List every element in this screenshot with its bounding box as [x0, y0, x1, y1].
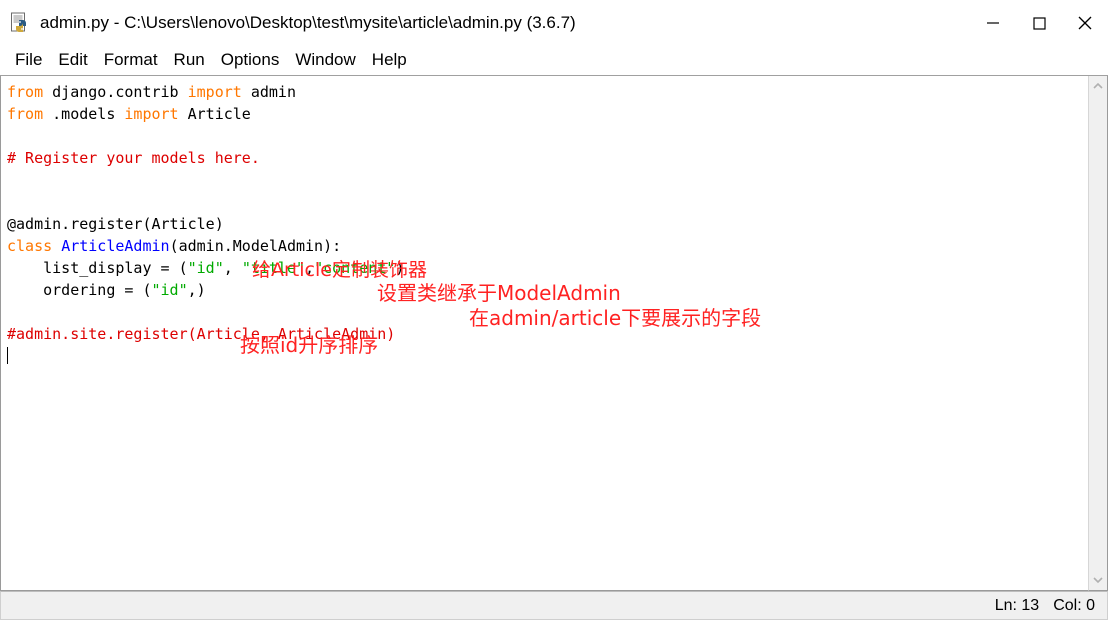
menu-item-edit[interactable]: Edit — [50, 46, 95, 74]
status-column-indicator: Col: 0 — [1053, 596, 1095, 614]
idle-editor-window: admin.py - C:\Users\lenovo\Desktop\test\… — [0, 0, 1108, 620]
window-controls — [970, 0, 1108, 45]
status-bar: Ln: 13 Col: 0 — [0, 591, 1108, 620]
title-bar: admin.py - C:\Users\lenovo\Desktop\test\… — [0, 0, 1108, 45]
code-token: (admin.ModelAdmin): — [169, 237, 342, 255]
code-token: ordering = ( — [7, 281, 152, 299]
code-line: ordering = ("id",) — [7, 279, 404, 301]
scrollbar-track[interactable] — [1089, 96, 1107, 570]
code-token: from — [7, 105, 44, 123]
code-token: "id" — [187, 259, 224, 277]
status-line-indicator: Ln: 13 — [994, 596, 1040, 614]
code-token: import — [187, 83, 242, 101]
editor-area: from django.contrib import admin from .mo… — [0, 76, 1108, 591]
code-annotation: 在admin/article下要展示的字段 — [469, 306, 762, 330]
menu-item-format[interactable]: Format — [96, 46, 166, 74]
chevron-up-icon[interactable] — [1089, 76, 1107, 96]
minimize-icon[interactable] — [970, 0, 1016, 45]
code-annotation: 给Article定制装饰器 — [252, 259, 427, 281]
code-token: "id" — [151, 281, 188, 299]
code-editor[interactable]: from django.contrib import admin from .mo… — [0, 76, 1088, 591]
code-token: Article — [178, 105, 251, 123]
maximize-icon[interactable] — [1016, 0, 1062, 45]
python-file-icon — [10, 12, 32, 34]
code-line: from .models import Article — [7, 103, 404, 125]
chevron-down-icon[interactable] — [1089, 570, 1107, 590]
code-token: # Register your models here. — [7, 149, 260, 167]
code-token: @admin.register(Article) — [7, 215, 224, 233]
vertical-scrollbar[interactable] — [1088, 76, 1108, 591]
code-token: ArticleAdmin — [61, 237, 170, 255]
menu-item-file[interactable]: File — [7, 46, 50, 74]
menu-item-options[interactable]: Options — [213, 46, 288, 74]
code-line: from django.contrib import admin — [7, 81, 404, 103]
close-icon[interactable] — [1062, 0, 1108, 45]
code-token: , — [223, 259, 242, 277]
menu-item-help[interactable]: Help — [364, 46, 415, 74]
code-token: admin — [241, 83, 296, 101]
code-token: import — [124, 105, 179, 123]
menu-item-window[interactable]: Window — [287, 46, 363, 74]
code-token: from — [7, 83, 44, 101]
code-line: class ArticleAdmin(admin.ModelAdmin): — [7, 235, 404, 257]
code-token: .models — [43, 105, 125, 123]
code-token: class — [7, 237, 53, 255]
menu-bar: File Edit Format Run Options Window Help — [0, 45, 1108, 76]
code-annotation: 设置类继承于ModelAdmin — [377, 281, 621, 305]
window-title: admin.py - C:\Users\lenovo\Desktop\test\… — [40, 12, 576, 32]
menu-item-run[interactable]: Run — [166, 46, 213, 74]
code-token: ,) — [187, 281, 206, 299]
code-line: @admin.register(Article) — [7, 213, 404, 235]
text-cursor — [7, 347, 8, 364]
code-token: list_display = ( — [7, 259, 188, 277]
code-line: # Register your models here. — [7, 147, 404, 169]
code-annotation: 按照id升序排序 — [240, 333, 379, 357]
code-text[interactable]: from django.contrib import admin from .mo… — [7, 81, 404, 367]
code-token: django.contrib — [43, 83, 188, 101]
